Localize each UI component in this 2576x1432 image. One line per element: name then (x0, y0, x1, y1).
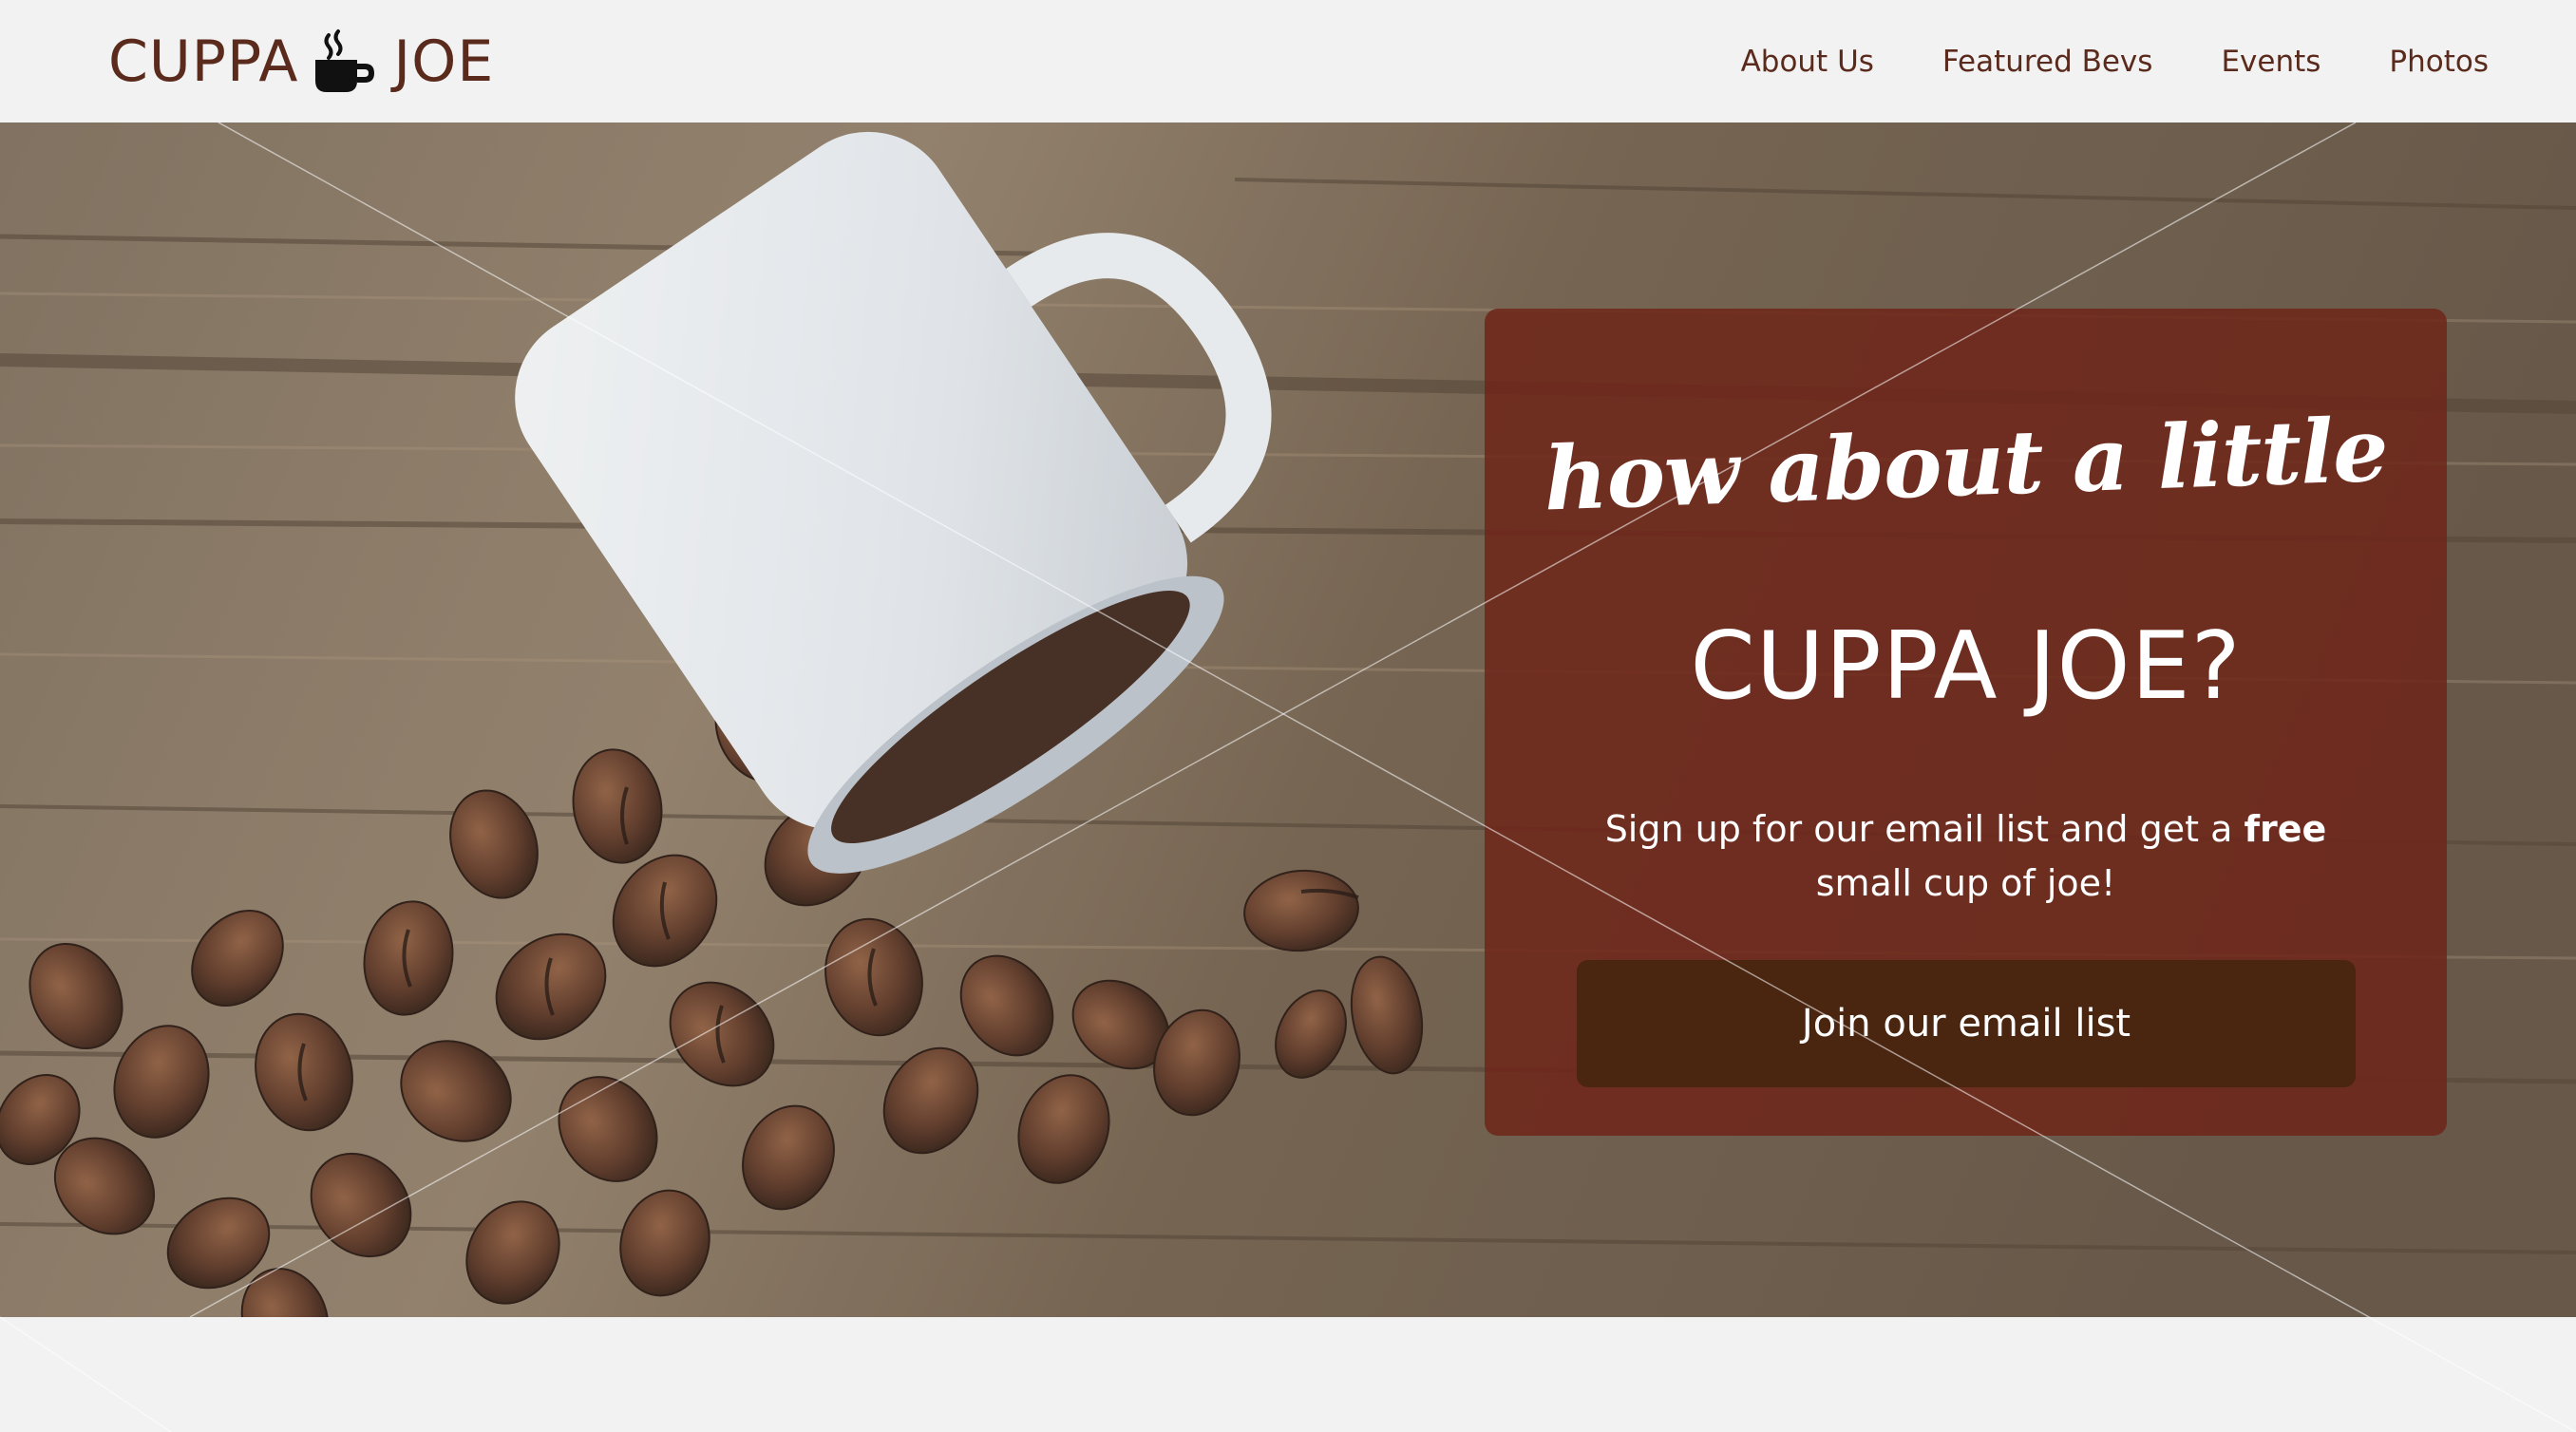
brand-name-right: JOE (393, 28, 495, 95)
brand-name-left: CUPPA (108, 28, 299, 95)
offer-text-after: small cup of joe! (1815, 862, 2116, 904)
join-email-list-button[interactable]: Join our email list (1577, 960, 2356, 1087)
hero-section: how about a little CUPPA JOE? Sign up fo… (0, 122, 2576, 1317)
coffee-mug-icon (315, 28, 375, 92)
offer-text-bold: free (2244, 808, 2327, 850)
promo-tagline: how about a little (1542, 398, 2390, 531)
signup-promo-panel: how about a little CUPPA JOE? Sign up fo… (1485, 309, 2447, 1136)
main-nav: About Us Featured Bevs Events Photos (1741, 45, 2489, 79)
promo-headline: CUPPA JOE? (1690, 612, 2242, 721)
brand-logo[interactable]: CUPPA JOE (108, 28, 494, 96)
nav-link-featured-bevs[interactable]: Featured Bevs (1942, 45, 2153, 79)
offer-text-before: Sign up for our email list and get a (1604, 808, 2245, 850)
nav-link-events[interactable]: Events (2221, 45, 2320, 79)
nav-link-photos[interactable]: Photos (2389, 45, 2489, 79)
top-navbar: CUPPA JOE About Us Featured Bevs Events … (0, 0, 2576, 122)
nav-link-about-us[interactable]: About Us (1741, 45, 1874, 79)
promo-offer-text: Sign up for our email list and get a fre… (1599, 802, 2333, 911)
page-bottom-area (0, 1317, 2576, 1432)
